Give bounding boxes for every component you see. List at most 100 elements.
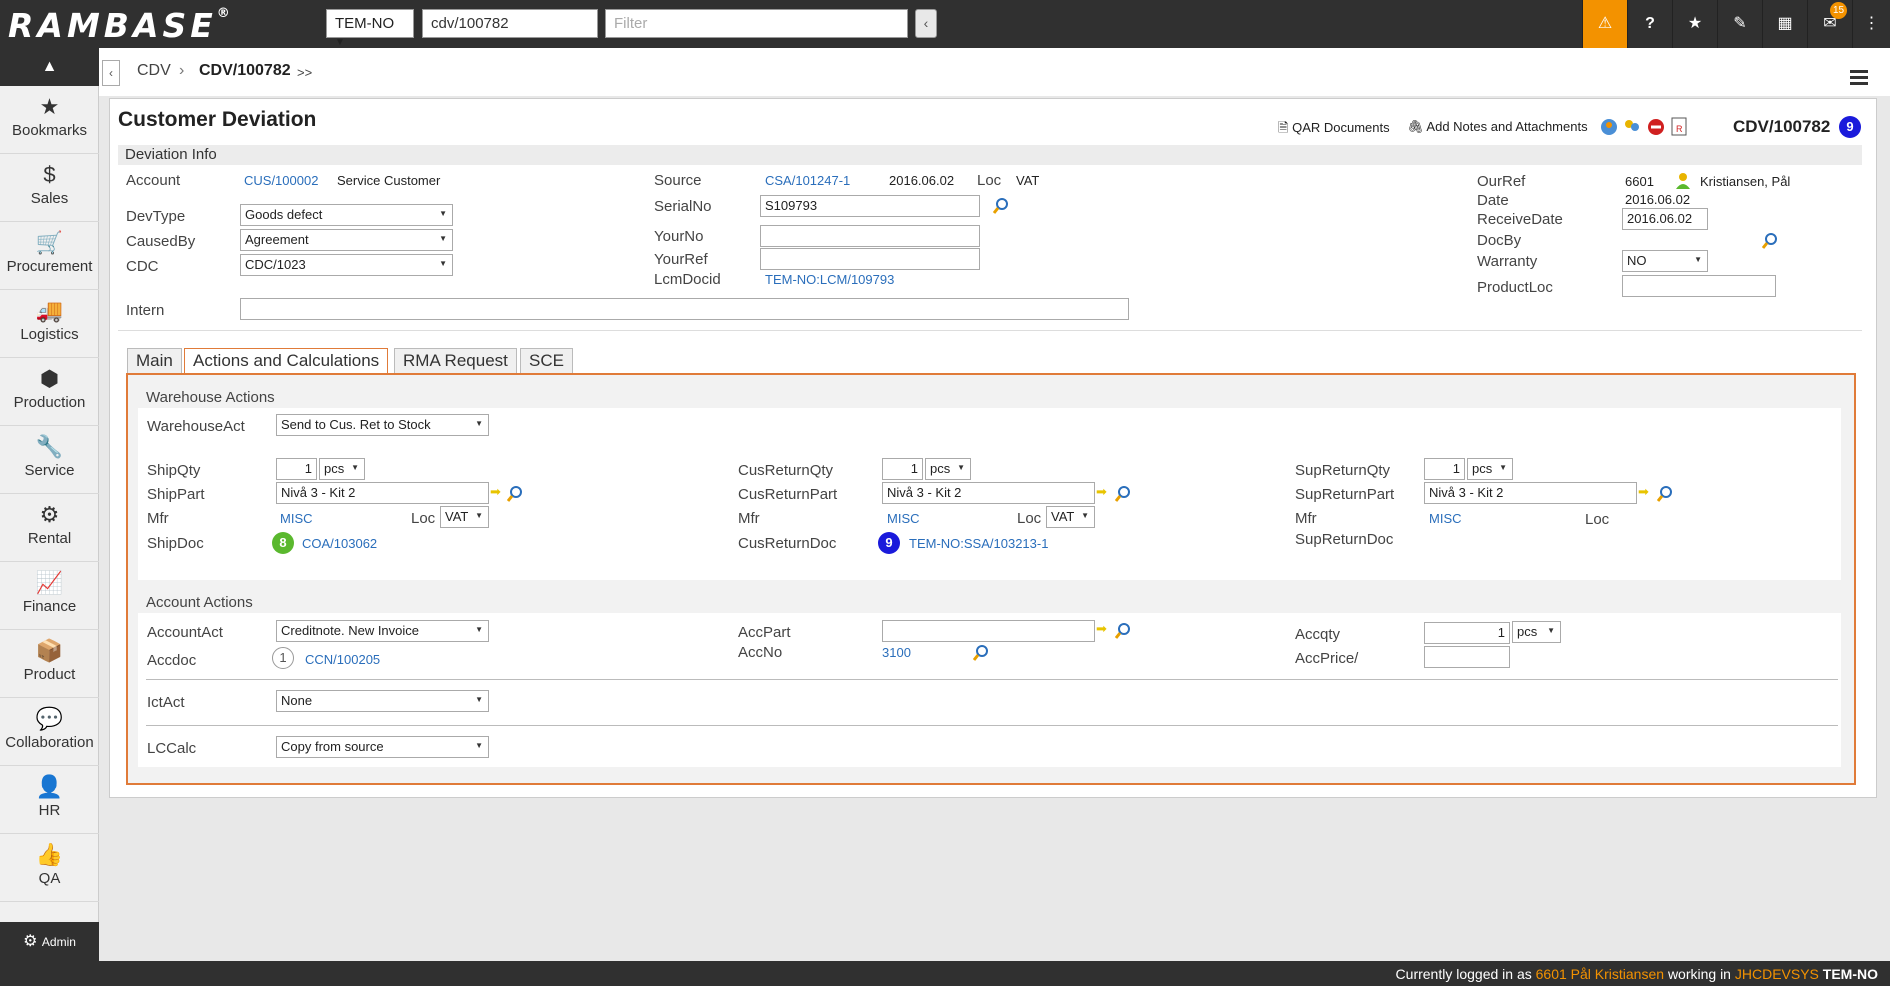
arrow-right-icon[interactable]: ➡ xyxy=(1096,484,1107,500)
back-button[interactable]: ‹ xyxy=(102,60,120,86)
sidebar-item-collaboration[interactable]: 💬 Collaboration xyxy=(0,698,99,766)
sidebar-item-finance[interactable]: 📈 Finance xyxy=(0,562,99,630)
current-system[interactable]: JHCDEVSYS xyxy=(1735,966,1819,982)
warranty-select[interactable]: NO xyxy=(1622,250,1708,272)
sidebar-item-service[interactable]: 🔧 Service xyxy=(0,426,99,494)
more-icon[interactable]: ⋮ xyxy=(1852,0,1890,48)
yourref-field[interactable] xyxy=(760,248,980,270)
serialno-field[interactable]: S109793 xyxy=(760,195,980,217)
shippart-search-icon[interactable] xyxy=(506,486,523,502)
mfr-link[interactable]: MISC xyxy=(280,511,313,526)
thumbs-up-icon: 👍 xyxy=(35,842,64,867)
tab-actions-and-calculations[interactable]: Actions and Calculations xyxy=(184,348,389,374)
cdc-select[interactable]: CDC/1023 xyxy=(240,254,453,276)
supreturnqty-unit-select[interactable]: pcs xyxy=(1467,458,1513,480)
arrow-right-icon[interactable]: ➡ xyxy=(1096,621,1107,637)
shipqty-field[interactable]: 1 xyxy=(276,458,317,480)
calendar-icon[interactable]: ▦ xyxy=(1762,0,1807,48)
filter-input[interactable]: Filter xyxy=(605,9,908,38)
cusreturnpart-search-icon[interactable] xyxy=(1114,486,1131,502)
cus-mfr-link[interactable]: MISC xyxy=(887,511,920,526)
productloc-field[interactable] xyxy=(1622,275,1776,297)
productloc-label: ProductLoc xyxy=(1477,279,1553,296)
receivedate-field[interactable]: 2016.06.02 xyxy=(1622,208,1708,230)
company-select[interactable]: TEM-NO ▼ xyxy=(326,9,414,48)
sup-mfr-link[interactable]: MISC xyxy=(1429,511,1462,526)
star-icon[interactable]: ★ xyxy=(1672,0,1717,48)
user-group-icon[interactable] xyxy=(1623,118,1641,136)
arrow-right-icon[interactable]: ➡ xyxy=(1638,484,1649,500)
account-link[interactable]: CUS/100002 xyxy=(244,173,318,188)
accpart-search-icon[interactable] xyxy=(1114,623,1131,639)
help-icon[interactable]: ? xyxy=(1627,0,1672,48)
tab-main[interactable]: Main xyxy=(127,348,182,374)
sidebar-item-product[interactable]: 📦 Product xyxy=(0,630,99,698)
accountact-select[interactable]: Creditnote. New Invoice xyxy=(276,620,489,642)
breadcrumb-more[interactable]: >> xyxy=(297,65,312,80)
accno-link[interactable]: 3100 xyxy=(882,645,911,660)
search-icon[interactable] xyxy=(992,198,1009,214)
report-icon[interactable]: R xyxy=(1671,117,1689,136)
tab-rma-request[interactable]: RMA Request xyxy=(394,348,517,374)
warehouseact-select[interactable]: Send to Cus. Ret to Stock xyxy=(276,414,489,436)
sidebar-scroll-up-button[interactable]: ▲ xyxy=(0,48,99,86)
docby-search-icon[interactable] xyxy=(1761,233,1778,249)
cus-loc-label: Loc xyxy=(1017,510,1042,527)
lccalc-select[interactable]: Copy from source xyxy=(276,736,489,758)
causedby-select[interactable]: Agreement xyxy=(240,229,453,251)
loc-select[interactable]: VAT xyxy=(440,506,489,528)
sidebar-item-hr[interactable]: 👤 HR xyxy=(0,766,99,834)
paperclip-icon[interactable]: ✎ xyxy=(1717,0,1762,48)
lcmdocid-label: LcmDocid xyxy=(654,271,721,288)
intern-field[interactable] xyxy=(240,298,1129,320)
shipqty-unit-select[interactable]: pcs xyxy=(319,458,365,480)
collapse-button[interactable]: ‹ xyxy=(915,9,937,38)
sidebar-item-admin[interactable]: ⚙ Admin xyxy=(0,922,99,961)
yourno-field[interactable] xyxy=(760,225,980,247)
stop-icon[interactable] xyxy=(1647,118,1665,136)
accdoc-link[interactable]: CCN/100205 xyxy=(305,652,380,667)
supreturnpart-field[interactable]: Nivå 3 - Kit 2 xyxy=(1424,482,1637,504)
search-input[interactable]: cdv/100782 xyxy=(422,9,598,38)
qar-documents-button[interactable]: 🗎 QAR Documents xyxy=(1278,119,1390,141)
devtype-select[interactable]: Goods defect xyxy=(240,204,453,226)
sidebar-item-procurement[interactable]: 🛒 Procurement xyxy=(0,222,99,290)
sidebar-item-qa[interactable]: 👍 QA xyxy=(0,834,99,902)
cusreturnpart-field[interactable]: Nivå 3 - Kit 2 xyxy=(882,482,1095,504)
sup-loc-label: Loc xyxy=(1585,511,1610,528)
tab-sce[interactable]: SCE xyxy=(520,348,573,374)
supreturnqty-field[interactable]: 1 xyxy=(1424,458,1465,480)
warehouse-actions-header: Warehouse Actions xyxy=(146,389,275,406)
supreturnpart-search-icon[interactable] xyxy=(1656,486,1673,502)
arrow-right-icon[interactable]: ➡ xyxy=(490,484,501,500)
globe-person-icon[interactable] xyxy=(1600,118,1618,136)
receivedate-label: ReceiveDate xyxy=(1477,211,1563,228)
ictact-select[interactable]: None xyxy=(276,690,489,712)
cusreturndoc-link[interactable]: TEM-NO:SSA/103213-1 xyxy=(909,536,1048,551)
cusreturnqty-unit-select[interactable]: pcs xyxy=(925,458,971,480)
lcmdocid-link[interactable]: TEM-NO:LCM/109793 xyxy=(765,272,894,287)
accprice-field[interactable] xyxy=(1424,646,1510,668)
person-icon: 👤 xyxy=(35,774,64,799)
current-user[interactable]: 6601 Pål Kristiansen xyxy=(1536,966,1664,982)
shipdoc-link[interactable]: COA/103062 xyxy=(302,536,377,551)
sidebar-item-bookmarks[interactable]: ★ Bookmarks xyxy=(0,86,99,154)
accqty-field[interactable]: 1 xyxy=(1424,622,1510,644)
sidebar-item-sales[interactable]: $ Sales xyxy=(0,154,99,222)
sidebar-item-logistics[interactable]: 🚚 Logistics xyxy=(0,290,99,358)
sidebar-item-rental[interactable]: ⚙ Rental xyxy=(0,494,99,562)
accqty-unit-select[interactable]: pcs xyxy=(1512,621,1561,643)
rambase-logo[interactable]: RAMBASE® xyxy=(8,6,230,45)
add-notes-button[interactable]: 🖇 Add Notes and Attachments xyxy=(1407,119,1588,135)
mail-icon[interactable]: ✉ 15 xyxy=(1807,0,1852,48)
cusreturnqty-field[interactable]: 1 xyxy=(882,458,923,480)
cus-loc-select[interactable]: VAT xyxy=(1046,506,1095,528)
source-link[interactable]: CSA/101247-1 xyxy=(765,173,850,188)
warning-icon[interactable]: ⚠ xyxy=(1582,0,1627,48)
sidebar-item-production[interactable]: ⬢ Production xyxy=(0,358,99,426)
hamburger-menu-icon[interactable] xyxy=(1850,70,1868,88)
shippart-field[interactable]: Nivå 3 - Kit 2 xyxy=(276,482,489,504)
breadcrumb-root[interactable]: CDV xyxy=(137,62,171,80)
accno-search-icon[interactable] xyxy=(972,645,989,661)
accpart-field[interactable] xyxy=(882,620,1095,642)
